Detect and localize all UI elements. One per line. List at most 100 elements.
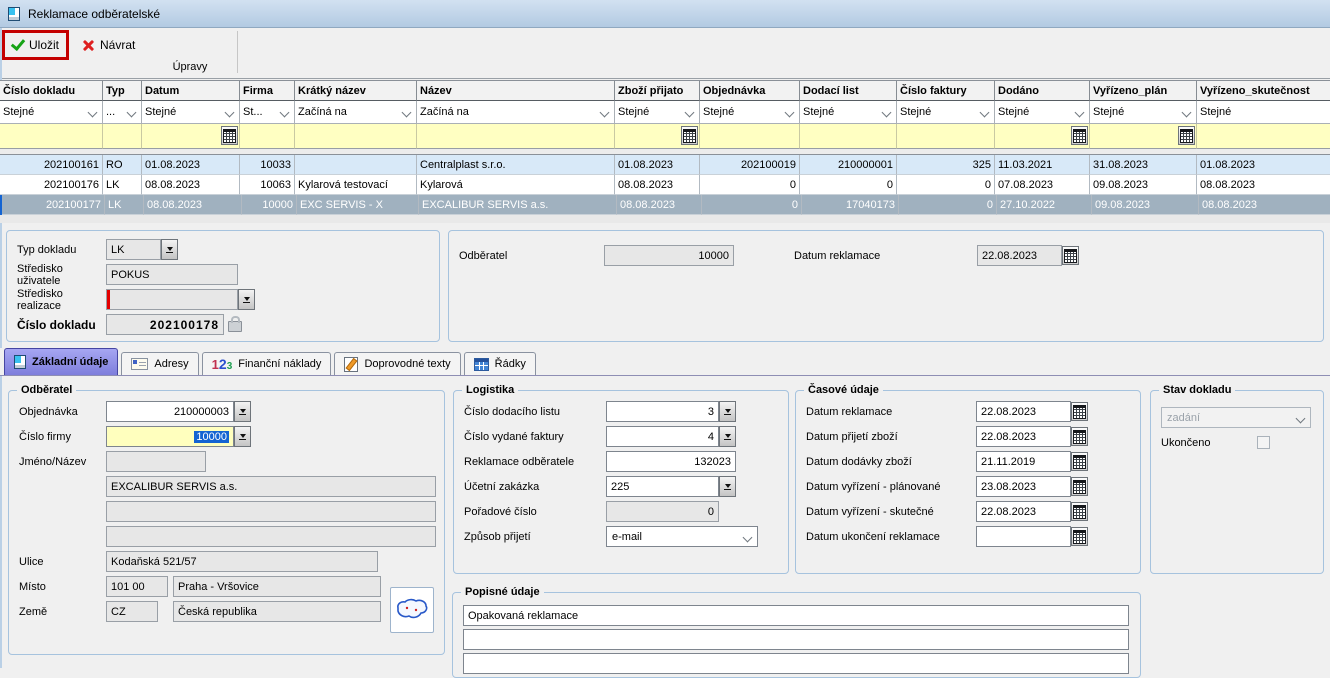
column-header[interactable]: Vyřízeno_skutečnost: [1197, 81, 1330, 101]
chevron-down-icon: [402, 108, 412, 118]
filter-operator-dropdown[interactable]: Stejné: [995, 101, 1090, 124]
datum-ukonceni-reklamace-input[interactable]: [976, 526, 1071, 547]
reklamace-odberatele-input[interactable]: 132023: [606, 451, 736, 472]
tab-doprovodne-texty[interactable]: Doprovodné texty: [334, 352, 460, 375]
calendar-button[interactable]: [1071, 427, 1088, 446]
back-button[interactable]: Návrat: [82, 33, 135, 57]
filter-value-input[interactable]: [897, 124, 995, 149]
misto-input[interactable]: Praha - Vršovice: [173, 576, 381, 597]
nazev-input-1[interactable]: EXCALIBUR SERVIS a.s.: [106, 476, 436, 497]
calendar-button[interactable]: [1071, 477, 1088, 496]
column-header[interactable]: Firma: [240, 81, 295, 101]
ulice-input[interactable]: Kodaňská 521/57: [106, 551, 378, 572]
filter-operator-dropdown[interactable]: Stejné: [1197, 101, 1330, 124]
nazev-input-3[interactable]: [106, 526, 436, 547]
ucetni-zakazka-lookup-button[interactable]: [719, 476, 736, 497]
filter-value-input[interactable]: [240, 124, 295, 149]
nazev-input-2[interactable]: [106, 501, 436, 522]
filter-operator-dropdown[interactable]: Stejné: [615, 101, 700, 124]
column-header[interactable]: Objednávka: [700, 81, 800, 101]
column-header[interactable]: Dodací list: [800, 81, 897, 101]
tab-adresy[interactable]: Adresy: [121, 352, 198, 375]
objednavka-input[interactable]: 210000003: [106, 401, 234, 422]
cislo-vydane-faktury-lookup-button[interactable]: [719, 426, 736, 447]
filter-value-input[interactable]: [1090, 124, 1197, 149]
filter-value-input[interactable]: [1197, 124, 1330, 149]
table-row[interactable]: 202100176LK08.08.202310063Kylarová testo…: [0, 175, 1330, 195]
column-header[interactable]: Typ: [103, 81, 142, 101]
popis-input-3[interactable]: [463, 653, 1129, 674]
table-row[interactable]: 202100177LK08.08.202310000EXC SERVIS - X…: [0, 195, 1330, 215]
filter-operator-dropdown[interactable]: Stejné: [0, 101, 103, 124]
filter-operator-dropdown[interactable]: Stejné: [700, 101, 800, 124]
filter-operator-dropdown[interactable]: Stejné: [800, 101, 897, 124]
column-header[interactable]: Číslo faktury: [897, 81, 995, 101]
filter-value-input[interactable]: [103, 124, 142, 149]
cislo-firmy-lookup-button[interactable]: [234, 426, 251, 447]
filter-calendar-button[interactable]: [221, 126, 238, 145]
column-header[interactable]: Krátký název: [295, 81, 417, 101]
datum-vyrizeni-planovane-input[interactable]: 23.08.2023: [976, 476, 1071, 497]
cislo-vydane-faktury-input[interactable]: 4: [606, 426, 719, 447]
datum-reklamace-input[interactable]: 22.08.2023: [977, 245, 1062, 266]
datum-dodavky-zbozi-input[interactable]: 21.11.2019: [976, 451, 1071, 472]
stredisko-realizace-lookup-button[interactable]: [238, 289, 255, 310]
ucetni-zakazka-input[interactable]: 225: [606, 476, 719, 497]
filter-value-input[interactable]: [417, 124, 615, 149]
save-button[interactable]: Uložit: [2, 30, 69, 60]
tab-radky[interactable]: Řádky: [464, 352, 536, 375]
filter-operator-dropdown[interactable]: St...: [240, 101, 295, 124]
datum-prijeti-zbozi-input[interactable]: 22.08.2023: [976, 426, 1071, 447]
cislo-firmy-input[interactable]: 10000: [106, 426, 234, 447]
column-header[interactable]: Číslo dokladu: [0, 81, 103, 101]
datum-reklamace-calendar-button[interactable]: [1062, 246, 1079, 265]
calendar-button[interactable]: [1071, 502, 1088, 521]
datum-vyrizeni-skutecne-input[interactable]: 22.08.2023: [976, 501, 1071, 522]
column-header[interactable]: Dodáno: [995, 81, 1090, 101]
column-header[interactable]: Vyřízeno_plán: [1090, 81, 1197, 101]
filter-value-input[interactable]: [995, 124, 1090, 149]
popis-input-2[interactable]: [463, 629, 1129, 650]
popis-input-1[interactable]: Opakovaná reklamace: [463, 605, 1129, 626]
filter-value-input[interactable]: [700, 124, 800, 149]
typ-dokladu-input[interactable]: LK: [106, 239, 161, 260]
calendar-button[interactable]: [1071, 402, 1088, 421]
filter-operator-dropdown[interactable]: Začíná na: [295, 101, 417, 124]
filter-value-input[interactable]: [800, 124, 897, 149]
filter-value-input[interactable]: [142, 124, 240, 149]
map-button[interactable]: [390, 587, 434, 633]
cislo-dodaciho-listu-input[interactable]: 3: [606, 401, 719, 422]
calendar-button[interactable]: [1071, 452, 1088, 471]
calendar-button[interactable]: [1071, 527, 1088, 546]
column-header[interactable]: Zboží přijato: [615, 81, 700, 101]
zeme-kod-input[interactable]: CZ: [106, 601, 158, 622]
jmeno-nazev-input[interactable]: [106, 451, 206, 472]
field-misto: Místo 101 00 Praha - Vršovice: [19, 576, 434, 597]
filter-value-input[interactable]: [0, 124, 103, 149]
filter-operator-dropdown[interactable]: Stejné: [142, 101, 240, 124]
tab-zakladni-udaje[interactable]: Základní údaje: [4, 348, 118, 375]
zeme-input[interactable]: Česká republika: [173, 601, 381, 622]
filter-value-input[interactable]: [615, 124, 700, 149]
filter-operator-dropdown[interactable]: Stejné: [1090, 101, 1197, 124]
filter-operator-dropdown[interactable]: Začíná na: [417, 101, 615, 124]
stredisko-uzivatele-input[interactable]: POKUS: [106, 264, 238, 285]
filter-calendar-button[interactable]: [681, 126, 698, 145]
objednavka-lookup-button[interactable]: [234, 401, 251, 422]
table-row[interactable]: 202100161RO01.08.202310033Centralplast s…: [0, 155, 1330, 175]
filter-operator-dropdown[interactable]: ...: [103, 101, 142, 124]
cislo-dodaciho-listu-lookup-button[interactable]: [719, 401, 736, 422]
typ-dokladu-lookup-button[interactable]: [161, 239, 178, 260]
psc-input[interactable]: 101 00: [106, 576, 168, 597]
filter-calendar-button[interactable]: [1071, 126, 1088, 145]
column-header[interactable]: Datum: [142, 81, 240, 101]
filter-calendar-button[interactable]: [1178, 126, 1195, 145]
column-header[interactable]: Název: [417, 81, 615, 101]
zpusob-prijeti-dropdown[interactable]: e-mail: [606, 526, 758, 547]
filter-value-input[interactable]: [295, 124, 417, 149]
tab-financni-naklady[interactable]: Finanční náklady: [202, 352, 332, 375]
filter-operator-dropdown[interactable]: Stejné: [897, 101, 995, 124]
datum-reklamace-input[interactable]: 22.08.2023: [976, 401, 1071, 422]
odberatel-input[interactable]: 10000: [604, 245, 734, 266]
stredisko-realizace-input[interactable]: [106, 289, 238, 310]
